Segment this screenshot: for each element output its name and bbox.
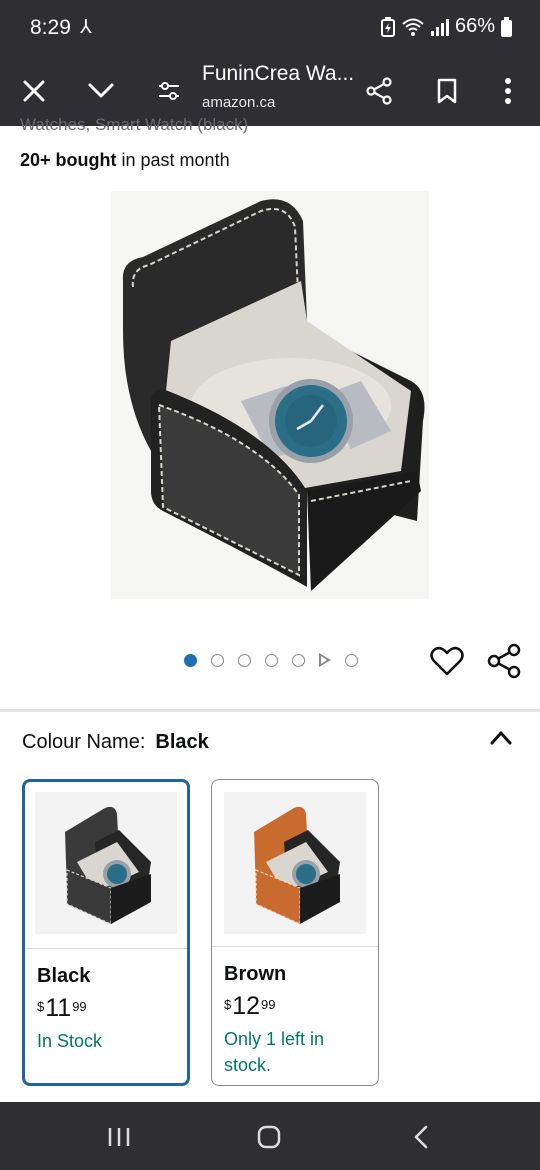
section-divider: [0, 709, 540, 712]
watch-box-image: [122, 199, 425, 591]
option-price: $ 12 99: [224, 992, 276, 1021]
stock-status: Only 1 left in stock.: [224, 1029, 325, 1075]
price-whole: 12: [232, 992, 261, 1020]
option-name: Black: [37, 965, 91, 987]
carousel-dot-3[interactable]: [238, 653, 251, 667]
close-icon: [23, 80, 45, 102]
back-button[interactable]: [406, 1122, 436, 1152]
close-tab-button[interactable]: [12, 69, 56, 113]
page-title[interactable]: FuninCrea Wa...: [202, 62, 354, 86]
page-url[interactable]: amazon.ca: [202, 94, 275, 111]
product-image[interactable]: [111, 191, 429, 599]
carousel-dot-1[interactable]: [184, 653, 197, 667]
heart-icon[interactable]: [430, 645, 464, 677]
price-fraction: 99: [72, 999, 87, 1014]
colour-label: Colour Name:: [22, 731, 146, 753]
home-icon: [257, 1125, 281, 1149]
bookmark-icon: [437, 78, 457, 104]
swatch-separator: [212, 946, 378, 947]
price-whole: 11: [45, 994, 72, 1022]
tune-icon: [159, 82, 179, 100]
option-name: Brown: [224, 963, 287, 985]
back-icon: [414, 1125, 428, 1149]
minimize-button[interactable]: [79, 69, 123, 113]
chevron-down-icon: [88, 83, 114, 98]
chevron-up-icon[interactable]: [488, 726, 514, 748]
carousel-dot-7[interactable]: [345, 653, 358, 667]
carousel-dot-5[interactable]: [292, 653, 305, 667]
watch-box-thumbnail: [254, 806, 340, 925]
bought-count-rest: in past month: [116, 150, 230, 170]
battery-icon: [501, 16, 512, 37]
more-options-button[interactable]: [486, 69, 530, 113]
colour-option-brown[interactable]: Brown $ 12 99 Only 1 left in stock.: [211, 779, 379, 1086]
home-button[interactable]: [254, 1122, 284, 1152]
price-currency: $: [37, 999, 45, 1014]
bookmark-button[interactable]: [425, 69, 469, 113]
carousel-dot-2[interactable]: [211, 653, 224, 667]
system-nav-bar: [0, 1102, 540, 1170]
bought-count-bold: 20+ bought: [20, 150, 117, 170]
wifi-icon: [402, 18, 424, 36]
stock-status: In Stock: [37, 1031, 103, 1051]
recent-apps-icon: [108, 1128, 130, 1146]
watch-box-thumbnail: [65, 806, 151, 925]
battery-percent: 66%: [454, 15, 495, 37]
colour-option-black[interactable]: Black $ 11 99 In Stock: [22, 779, 190, 1086]
swatch-separator: [25, 948, 187, 949]
site-settings-button[interactable]: [147, 69, 191, 113]
colour-name-row: Colour Name: Black: [22, 731, 209, 754]
video-play-icon[interactable]: [319, 653, 331, 667]
swatch-image: [35, 792, 177, 934]
bought-count: 20+ bought in past month: [20, 150, 230, 171]
image-carousel-dots[interactable]: [184, 653, 358, 667]
price-currency: $: [224, 997, 232, 1012]
battery-saver-icon: [380, 16, 395, 37]
missed-call-icon: ⅄: [80, 17, 92, 38]
share-button[interactable]: [357, 69, 401, 113]
share-icon: [366, 77, 392, 105]
share-product-icon[interactable]: [486, 643, 522, 679]
more-vert-icon: [505, 78, 511, 104]
price-fraction: 99: [261, 997, 276, 1012]
status-icons: 66%: [380, 15, 512, 38]
swatch-image: [224, 792, 366, 934]
status-time: 8:29: [30, 16, 71, 39]
recent-apps-button[interactable]: [104, 1122, 134, 1152]
carousel-dot-4[interactable]: [265, 653, 278, 667]
status-bar: 8:29 ⅄ 66%: [0, 0, 540, 56]
signal-icon: [430, 18, 449, 36]
colour-selected: Black: [155, 731, 209, 753]
product-title: Watches, Smart Watch (black): [20, 115, 249, 134]
option-price: $ 11 99: [37, 994, 87, 1023]
